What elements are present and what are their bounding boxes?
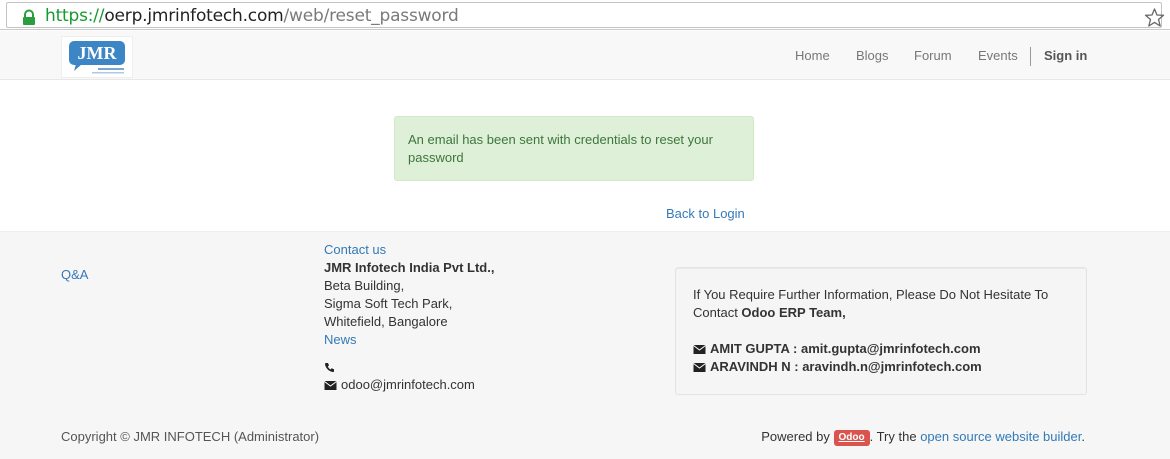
address-line-2: Sigma Soft Tech Park,	[324, 296, 453, 311]
envelope-icon	[693, 344, 706, 354]
company-name: JMR Infotech India Pvt Ltd.,	[324, 260, 495, 275]
jmr-logo[interactable]: JMR	[61, 36, 133, 78]
qa-link[interactable]: Q&A	[61, 267, 88, 282]
info-contact-prefix: Contact	[693, 305, 742, 320]
footer-email: odoo@jmrinfotech.com	[341, 377, 475, 392]
site-header: JMR Home Blogs Forum Events Sign in	[0, 31, 1170, 80]
url-scheme: https://	[45, 6, 105, 26]
info-line-1: If You Require Further Information, Plea…	[693, 287, 1049, 302]
nav-divider	[1030, 47, 1031, 66]
lock-icon	[23, 9, 35, 25]
info-well: If You Require Further Information, Plea…	[675, 267, 1087, 395]
phone-row	[324, 358, 494, 376]
news-link[interactable]: News	[324, 332, 357, 347]
envelope-icon	[693, 362, 706, 372]
url-field[interactable]: https://oerp.jmrinfotech.com/web/reset_p…	[6, 2, 1165, 28]
success-alert: An email has been sent with credentials …	[394, 116, 754, 181]
try-the-text: . Try the	[869, 429, 917, 444]
contact-us-link[interactable]: Contact us	[324, 242, 386, 257]
url-host: oerp.jmrinfotech.com	[104, 6, 284, 26]
sign-in-link[interactable]: Sign in	[1044, 48, 1087, 63]
url-path: /web/reset_password	[283, 6, 459, 26]
site-footer: Q&A Contact us JMR Infotech India Pvt Lt…	[0, 231, 1170, 459]
trailing-period: .	[1081, 429, 1085, 444]
contact-amit: AMIT GUPTA : amit.gupta@jmrinfotech.com	[693, 340, 1069, 358]
info-team-name: Odoo ERP Team,	[741, 305, 846, 320]
email-row: odoo@jmrinfotech.com	[324, 376, 494, 394]
contact-aravindh-text: ARAVINDH N : aravindh.n@jmrinfotech.com	[710, 359, 982, 374]
back-to-login-link[interactable]: Back to Login	[666, 206, 745, 221]
copyright-text: Copyright © JMR INFOTECH (Administrator)	[61, 429, 320, 444]
info-line-2: Contact Odoo ERP Team,	[693, 304, 1069, 322]
odoo-badge[interactable]: Odoo	[833, 430, 870, 446]
phone-icon	[325, 362, 334, 372]
bookmark-star-icon[interactable]	[1144, 7, 1165, 28]
jmr-logo-icon: JMR	[69, 41, 125, 74]
url-text[interactable]: https://oerp.jmrinfotech.com/web/reset_p…	[45, 6, 459, 26]
address-line-3: Whitefield, Bangalore	[324, 314, 448, 329]
nav-blogs[interactable]: Blogs	[856, 48, 889, 63]
powered-by-label: Powered by	[761, 429, 830, 444]
browser-address-bar: https://oerp.jmrinfotech.com/web/reset_p…	[0, 0, 1170, 30]
contact-amit-text: AMIT GUPTA : amit.gupta@jmrinfotech.com	[710, 341, 981, 356]
nav-events[interactable]: Events	[978, 48, 1018, 63]
contact-block: Contact us JMR Infotech India Pvt Ltd., …	[324, 241, 494, 394]
logo-text: JMR	[78, 43, 118, 63]
nav-home[interactable]: Home	[795, 48, 830, 63]
address-line-1: Beta Building,	[324, 278, 405, 293]
powered-by: Powered by Odoo. Try the open source web…	[761, 429, 1085, 446]
envelope-icon	[324, 380, 337, 390]
nav-forum[interactable]: Forum	[914, 48, 952, 63]
website-builder-link[interactable]: open source website builder	[920, 429, 1081, 444]
contact-aravindh: ARAVINDH N : aravindh.n@jmrinfotech.com	[693, 358, 1069, 376]
